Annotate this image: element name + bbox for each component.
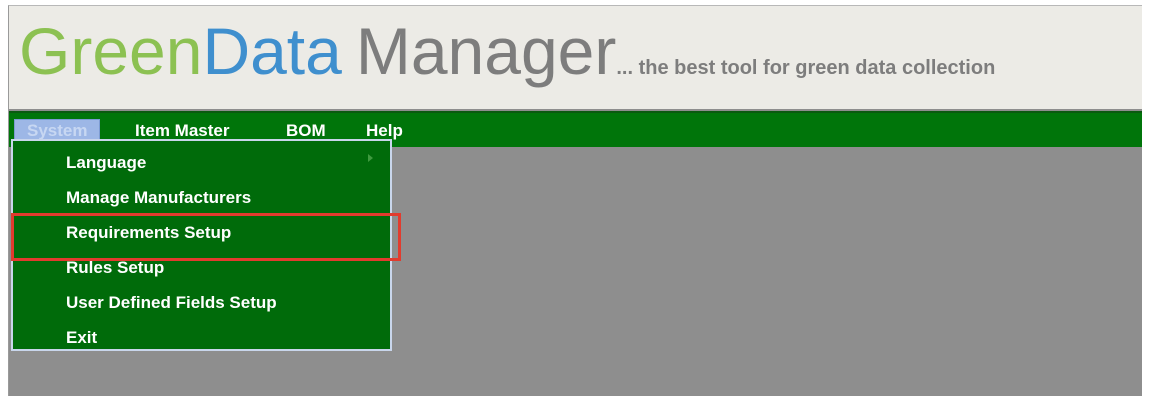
menu-option-language-label: Language xyxy=(66,153,147,172)
menu-option-requirements-setup[interactable]: Requirements Setup xyxy=(66,218,231,248)
menu-option-rules-setup[interactable]: Rules Setup xyxy=(66,253,164,283)
system-dropdown-menu: Language Manage Manufacturers Requiremen… xyxy=(11,139,392,351)
menu-option-language[interactable]: Language xyxy=(66,148,146,178)
logo-word-data: Data xyxy=(202,14,342,88)
menu-option-manage-manufacturers[interactable]: Manage Manufacturers xyxy=(66,183,251,213)
logo-tagline: ... the best tool for green data collect… xyxy=(616,57,996,79)
submenu-arrow-icon xyxy=(368,154,373,162)
app-logo: GreenData Manager... the best tool for gr… xyxy=(19,11,995,108)
menu-option-user-defined-fields-setup[interactable]: User Defined Fields Setup xyxy=(66,288,277,318)
menu-option-exit[interactable]: Exit xyxy=(66,323,97,353)
logo-word-green: Green xyxy=(19,14,203,88)
logo-word-manager: Manager xyxy=(355,14,617,88)
app-banner: GreenData Manager... the best tool for gr… xyxy=(9,6,1142,109)
